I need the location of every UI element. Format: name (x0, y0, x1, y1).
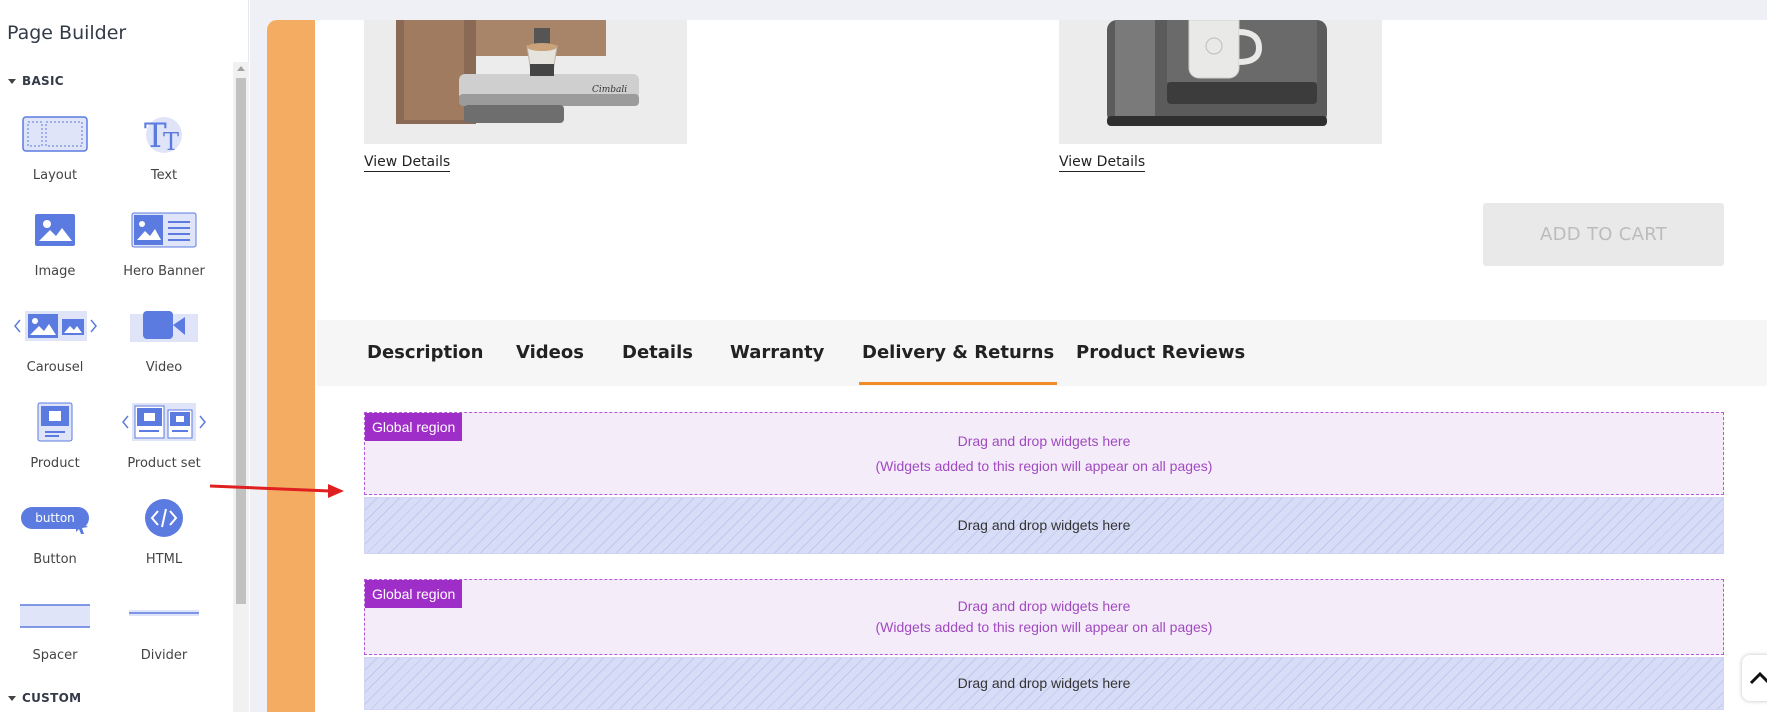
section-basic-toggle[interactable]: BASIC (8, 74, 64, 88)
widget-text[interactable]: T T Text (109, 109, 219, 205)
scroll-to-top-button[interactable] (1742, 655, 1767, 701)
tab-warranty[interactable]: Warranty (730, 320, 824, 386)
global-region-dropzone[interactable]: Global region Drag and drop widgets here… (364, 579, 1724, 655)
widget-carousel[interactable]: Carousel (0, 301, 110, 397)
page-builder-sidebar: Page Builder BASIC Layout T T Text Image… (0, 0, 249, 712)
global-region-note: (Widgets added to this region will appea… (875, 619, 1213, 635)
widget-label: Spacer (32, 648, 78, 663)
global-region-note: (Widgets added to this region will appea… (875, 458, 1213, 474)
widget-divider[interactable]: Divider (109, 589, 219, 685)
product-image[interactable] (1059, 20, 1382, 144)
widget-label: Carousel (26, 360, 84, 375)
widget-product-set[interactable]: Product set (109, 397, 219, 493)
svg-text:T: T (163, 128, 179, 155)
widget-button[interactable]: button Button (0, 493, 110, 589)
red-arrow-icon (209, 484, 344, 498)
widget-html[interactable]: HTML (109, 493, 219, 589)
video-icon (129, 301, 199, 351)
tab-details[interactable]: Details (622, 320, 693, 386)
hero-banner-icon (131, 205, 197, 255)
product-icon (37, 397, 73, 447)
product-tabs: Description Videos Details Warranty Deli… (317, 320, 1767, 386)
sidebar-scrollbar[interactable] (233, 62, 249, 712)
widget-label: Product set (127, 456, 201, 471)
text-icon: T T (141, 109, 187, 159)
layout-icon (22, 109, 88, 159)
divider-icon (128, 589, 200, 639)
html-icon (144, 493, 184, 543)
caret-down-icon (8, 695, 16, 701)
widget-hero-banner[interactable]: Hero Banner (109, 205, 219, 301)
global-region-hint: Drag and drop widgets here (957, 433, 1131, 449)
tab-description[interactable]: Description (367, 320, 483, 386)
widget-label: Hero Banner (123, 264, 205, 279)
view-details-link[interactable]: View Details (364, 154, 451, 172)
widget-label: HTML (145, 552, 183, 567)
section-basic-label: BASIC (22, 74, 64, 88)
product-set-icon (120, 397, 208, 447)
section-custom-label: CUSTOM (22, 691, 82, 705)
global-region-dropzone[interactable]: Global region Drag and drop widgets here… (364, 412, 1724, 495)
scroll-up-arrow-icon[interactable] (237, 66, 245, 71)
spacer-icon (19, 589, 91, 639)
widget-label: Text (150, 168, 178, 183)
widget-label: Divider (140, 648, 188, 663)
canvas-top-bar (250, 0, 1767, 20)
widget-video[interactable]: Video (109, 301, 219, 397)
button-icon: button (19, 493, 91, 543)
widget-spacer[interactable]: Spacer (0, 589, 110, 685)
widget-image[interactable]: Image (0, 205, 110, 301)
add-to-cart-button[interactable]: ADD TO CART (1483, 203, 1724, 266)
view-details-link[interactable]: View Details (1059, 154, 1146, 172)
widget-list: BASIC Layout T T Text Image Hero Banner … (0, 62, 233, 712)
product-image[interactable]: Cimbali (364, 20, 687, 144)
widget-label: Button (33, 552, 77, 567)
widget-label: Layout (32, 168, 78, 183)
sidebar-title: Page Builder (7, 22, 127, 44)
widget-label: Image (34, 264, 76, 279)
scrollbar-thumb[interactable] (236, 78, 246, 604)
image-icon (34, 205, 76, 255)
svg-text:Cimbali: Cimbali (592, 85, 627, 95)
widget-dropzone[interactable]: Drag and drop widgets here (364, 497, 1724, 554)
tab-videos[interactable]: Videos (516, 320, 584, 386)
tab-product-reviews[interactable]: Product Reviews (1076, 320, 1245, 386)
widget-product[interactable]: Product (0, 397, 110, 493)
section-custom-toggle[interactable]: CUSTOM (8, 691, 81, 705)
tab-delivery-returns[interactable]: Delivery & Returns (858, 320, 1058, 386)
caret-down-icon (8, 78, 16, 84)
global-region-hint: Drag and drop widgets here (957, 598, 1131, 614)
page-accent-strip (267, 20, 315, 712)
widget-layout[interactable]: Layout (0, 109, 110, 205)
widget-dropzone[interactable]: Drag and drop widgets here (364, 657, 1724, 710)
widget-label: Product (30, 456, 80, 471)
widget-label: Video (145, 360, 183, 375)
chevron-up-icon (1749, 671, 1767, 685)
carousel-icon (12, 301, 98, 351)
